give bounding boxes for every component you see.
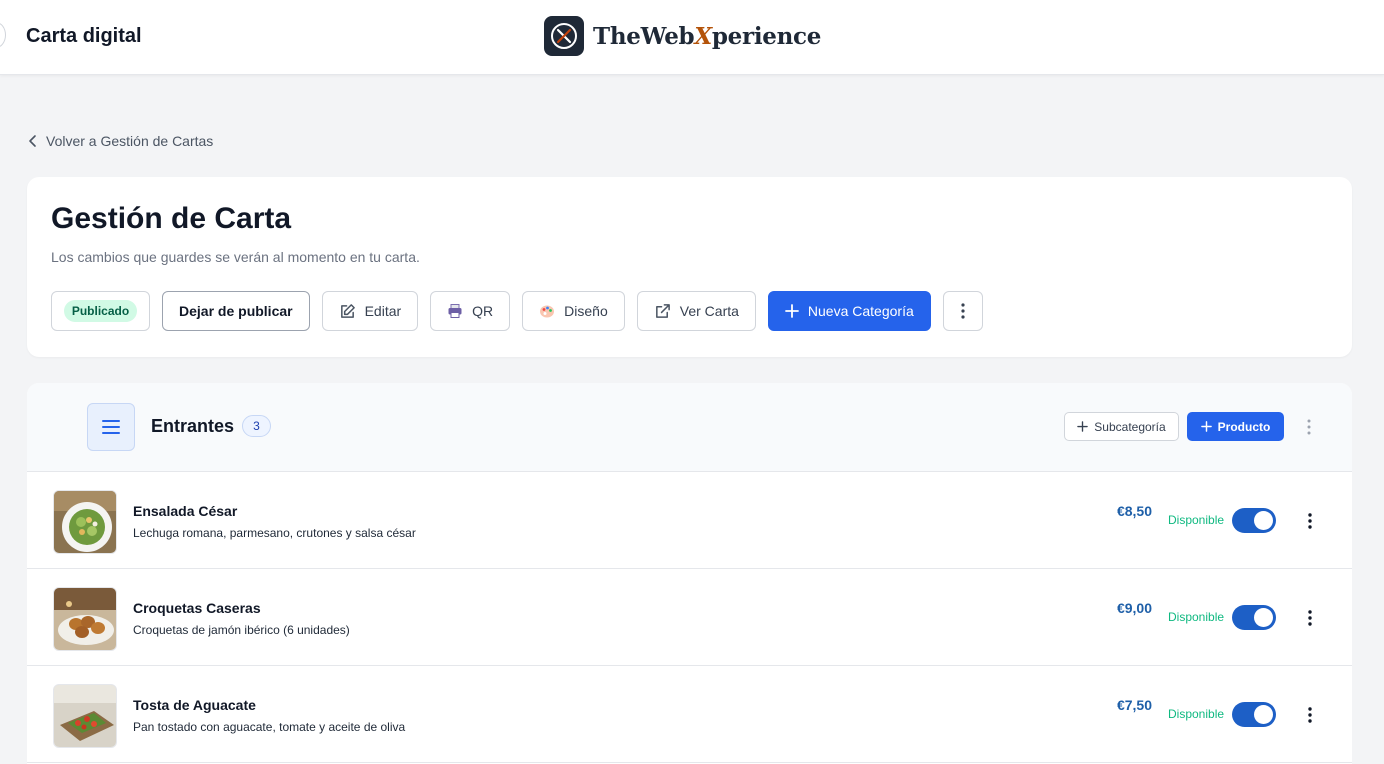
- product-description: Pan tostado con aguacate, tomate y aceit…: [133, 720, 406, 734]
- product-name: Croquetas Caseras: [133, 600, 261, 616]
- add-subcategory-label: Subcategoría: [1094, 419, 1166, 434]
- page-subtitle: Los cambios que guardes se verán al mome…: [51, 249, 420, 265]
- toggle-knob: [1254, 705, 1273, 724]
- chevron-left-icon: [29, 135, 36, 147]
- availability-label: Disponible: [1168, 707, 1225, 721]
- product-name: Tosta de Aguacate: [133, 697, 256, 713]
- unpublish-button-label: Dejar de publicar: [179, 303, 293, 319]
- add-product-label: Producto: [1217, 419, 1271, 434]
- page-title: Gestión de Carta: [51, 202, 292, 235]
- product-price: €7,50: [1116, 697, 1152, 713]
- brand-prefix: TheWeb: [593, 22, 695, 50]
- product-count-badge: 3: [242, 415, 271, 437]
- sidebar-toggle-button[interactable]: [0, 22, 6, 48]
- plus-icon: [785, 304, 799, 318]
- kebab-menu-icon: [1308, 513, 1312, 529]
- more-options-button[interactable]: [942, 291, 983, 331]
- status-indicator: Publicado: [51, 291, 150, 331]
- availability-toggle[interactable]: [1232, 508, 1276, 533]
- kebab-menu-icon: [1307, 419, 1311, 435]
- drag-handle[interactable]: [87, 403, 135, 451]
- category-header: Entrantes 3 Subcategoría Producto: [27, 383, 1352, 472]
- brand-name: TheWebXperience: [593, 23, 821, 50]
- brand-suffix: perience: [711, 22, 822, 50]
- product-row[interactable]: Croquetas Caseras Croquetas de jamón ibé…: [27, 569, 1352, 666]
- kebab-menu-icon: [961, 303, 965, 319]
- edit-button[interactable]: Editar: [321, 291, 419, 331]
- toggle-knob: [1254, 511, 1273, 530]
- crossed-utensils-icon: [544, 16, 584, 56]
- product-image: [53, 587, 117, 651]
- new-category-button-label: Nueva Categoría: [807, 303, 914, 319]
- external-link-icon: [655, 303, 670, 318]
- product-menu-button[interactable]: [1302, 703, 1318, 727]
- product-description: Lechuga romana, parmesano, crutones y sa…: [133, 526, 416, 540]
- product-price: €8,50: [1116, 503, 1152, 519]
- product-menu-button[interactable]: [1302, 606, 1318, 630]
- product-image: [53, 490, 117, 554]
- app-title: Carta digital: [26, 25, 142, 47]
- new-category-button[interactable]: Nueva Categoría: [767, 291, 931, 331]
- availability-toggle[interactable]: [1232, 702, 1276, 727]
- menu-header-card: Gestión de Carta Los cambios que guardes…: [27, 177, 1352, 357]
- product-menu-button[interactable]: [1302, 509, 1318, 533]
- header-actions: Publicado Dejar de publicar Editar QR Di…: [51, 290, 995, 332]
- category-menu-button[interactable]: [1301, 415, 1317, 439]
- kebab-menu-icon: [1308, 610, 1312, 626]
- unpublish-button[interactable]: Dejar de publicar: [162, 291, 310, 331]
- category-name: Entrantes: [151, 416, 235, 436]
- edit-icon: [340, 303, 355, 318]
- kebab-menu-icon: [1308, 707, 1312, 723]
- product-row[interactable]: Tosta de Aguacate Pan tostado con aguaca…: [27, 666, 1352, 763]
- product-price: €9,00: [1116, 600, 1152, 616]
- palette-icon: [540, 305, 555, 318]
- plus-icon: [1077, 421, 1089, 432]
- back-link[interactable]: Volver a Gestión de Cartas: [28, 133, 213, 149]
- availability-label: Disponible: [1168, 610, 1225, 624]
- qr-button[interactable]: QR: [430, 291, 511, 331]
- add-product-button[interactable]: Producto: [1187, 412, 1284, 441]
- design-button-label: Diseño: [564, 303, 608, 319]
- printer-icon: [448, 304, 462, 318]
- product-image: [53, 684, 117, 748]
- edit-button-label: Editar: [364, 303, 402, 319]
- view-menu-button-label: Ver Carta: [679, 303, 739, 319]
- toggle-knob: [1254, 608, 1273, 627]
- status-badge: Publicado: [63, 300, 138, 322]
- product-description: Croquetas de jamón ibérico (6 unidades): [133, 623, 350, 637]
- brand-accent: X: [694, 22, 712, 50]
- product-name: Ensalada César: [133, 503, 238, 519]
- brand-logo[interactable]: TheWebXperience: [544, 16, 821, 56]
- design-button[interactable]: Diseño: [522, 291, 625, 331]
- drag-handle-icon: [102, 420, 120, 434]
- back-link-label: Volver a Gestión de Cartas: [46, 133, 214, 149]
- product-row[interactable]: Ensalada César Lechuga romana, parmesano…: [27, 472, 1352, 569]
- view-menu-button[interactable]: Ver Carta: [636, 291, 756, 331]
- add-subcategory-button[interactable]: Subcategoría: [1064, 412, 1179, 441]
- top-bar: Carta digital TheWebXperience: [0, 0, 1384, 75]
- qr-button-label: QR: [472, 303, 494, 319]
- plus-icon: [1200, 421, 1212, 432]
- availability-toggle[interactable]: [1232, 605, 1276, 630]
- availability-label: Disponible: [1168, 513, 1225, 527]
- category-card: Entrantes 3 Subcategoría Producto Ensala…: [27, 383, 1352, 764]
